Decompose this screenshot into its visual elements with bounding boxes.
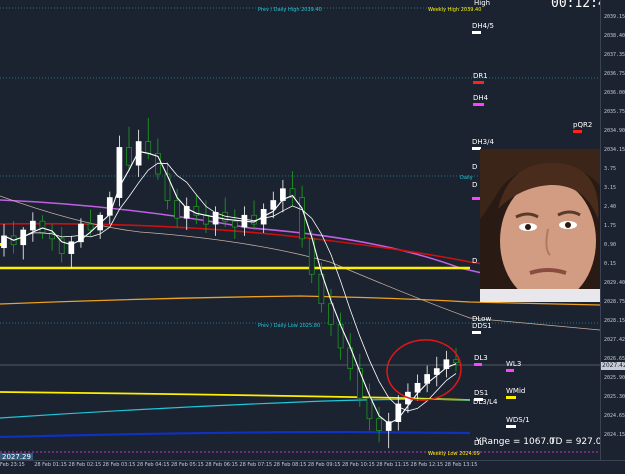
price-tick: 2034.15: [604, 147, 625, 153]
candle-body-34: [328, 303, 334, 325]
candle-body-18: [174, 200, 180, 219]
price-tick: 2025.30: [604, 394, 625, 400]
level-dh45: DH4/5: [472, 23, 494, 34]
weekly-high-label: Weekly High 2039.40: [428, 7, 482, 13]
candle-body-14: [135, 141, 142, 166]
candle-body-12: [116, 147, 123, 198]
time-tick: 28 Feb 02:15: [68, 462, 102, 468]
price-tick: 3.15: [604, 185, 617, 191]
time-tick: 28 Feb 04:15: [136, 462, 170, 468]
time-tick: 28 Feb 11:15: [376, 462, 409, 468]
weekly-low-label: Weekly Low 2024.69: [428, 451, 480, 457]
candle-body-4: [39, 220, 46, 234]
candle-body-47: [453, 359, 459, 364]
price-tick: 2035.75: [604, 109, 625, 115]
candle-body-3: [30, 220, 36, 231]
time-tick: 28 Feb 10:15: [342, 462, 375, 468]
blue-ma: [0, 430, 471, 439]
price-tick: 2.40: [604, 204, 617, 210]
price-axis[interactable]: [600, 0, 625, 460]
price-tick: 2025.90: [604, 375, 625, 381]
level-dl34: DL3/L4: [473, 398, 498, 406]
price-tick: 2034.90: [604, 128, 625, 134]
white-ma-slow: [3, 162, 457, 412]
face-illustration: [480, 149, 611, 302]
price-tick: 2028.15: [604, 318, 625, 324]
yrange-stat: YRange = 1067.0: [476, 437, 555, 447]
high-label: High: [474, 0, 491, 7]
price-tick: 2028.75: [604, 299, 625, 305]
time-tick: 28 Feb 08:15: [273, 462, 307, 468]
level-dh4: DH4: [473, 95, 488, 106]
candle-body-15: [145, 141, 152, 154]
prev-daily-low-label: Prev / Daily Low 2025.80: [258, 323, 321, 329]
prev-daily-high-label: Prev / Daily High 2039.40: [258, 7, 322, 13]
face-photo-overlay: [480, 149, 611, 302]
candle-body-39: [376, 418, 382, 431]
candle-body-9: [87, 223, 94, 231]
time-tick: 28 Feb 12:15: [410, 462, 444, 468]
highlight-circle: [386, 339, 462, 401]
time-tick: Feb 23:15: [0, 462, 25, 468]
price-tick: 0.15: [604, 261, 617, 267]
price-tick: 3.75: [604, 166, 617, 172]
price-tick: 2036.00: [604, 90, 625, 96]
time-tick: 28 Feb 13:15: [444, 462, 478, 468]
candle-body-38: [366, 397, 373, 420]
price-box: 2027.42: [601, 362, 625, 370]
candle-body-28: [270, 200, 277, 210]
candle-body-22: [212, 211, 219, 225]
price-tick: 2038.40: [604, 33, 625, 39]
candle-body-13: [126, 147, 132, 166]
level-wmid: WMid: [506, 388, 525, 399]
level-wl3: WL3: [506, 361, 521, 372]
td-stat: TD = 927.0: [550, 437, 602, 447]
candle-body-24: [231, 220, 238, 228]
candle-body-21: [203, 214, 209, 225]
price-tick: 2027.42: [604, 337, 625, 343]
price-tick: 2029.40: [604, 280, 625, 286]
level-wdsi: WDS/1: [506, 417, 530, 428]
chart-window: Prev / Daily High 2039.40 Weekly High 20…: [0, 0, 625, 474]
price-tick: 2024.15: [604, 432, 625, 438]
level-dl3: DL3: [474, 355, 488, 366]
time-tick: 28 Feb 01:15: [34, 462, 67, 468]
level-d1: D: [472, 163, 478, 171]
time-tick: 28 Feb 09:15: [307, 462, 341, 468]
candle-body-26: [251, 214, 257, 225]
candle-body-31: [299, 197, 305, 240]
price-tick: 2024.65: [604, 413, 625, 419]
level-d3-marker: [472, 196, 480, 200]
level-d2: D: [472, 181, 478, 189]
price-tick: 2036.75: [604, 71, 625, 77]
level-d3: D: [472, 257, 478, 265]
price-tick: 2039.15: [604, 14, 625, 20]
level-pqr2: pQR2: [573, 122, 592, 133]
level-daily: Daily: [460, 175, 473, 181]
time-tick: 28 Feb 05:15: [171, 462, 204, 468]
level-dr1: DR1: [473, 73, 488, 84]
time-tick: 28 Feb 07:15: [239, 462, 273, 468]
candle-body-17: [164, 173, 171, 201]
time-tick: 28 Feb 03:15: [102, 462, 136, 468]
price-tick: 0.90: [604, 242, 617, 248]
price-tick: 2037.35: [604, 52, 625, 58]
price-tick: 1.75: [604, 223, 617, 229]
candle-body-11: [106, 197, 113, 216]
time-tick: 28 Feb 06:15: [205, 462, 238, 468]
level-dds1: DDS1: [472, 323, 492, 334]
candle-body-0: [1, 235, 7, 249]
white-ma-fast: [3, 150, 457, 425]
